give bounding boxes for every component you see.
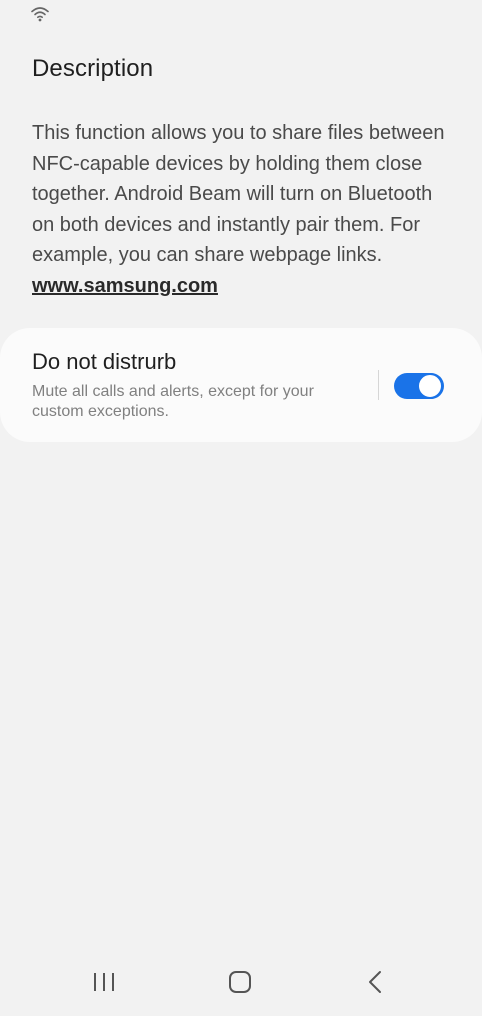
do-not-disturb-subtitle: Mute all calls and alerts, except for yo…: [32, 383, 314, 420]
description-text: This function allows you to share files …: [32, 122, 445, 267]
recent-apps-button[interactable]: [82, 962, 126, 1002]
description-title: Description: [32, 55, 154, 82]
do-not-disturb-toggle[interactable]: [394, 373, 444, 399]
home-icon: [229, 971, 251, 993]
toggle-knob: [417, 373, 443, 399]
samsung-link[interactable]: www.samsung.com: [32, 275, 218, 297]
do-not-disturb-card[interactable]: Do not distrurb Mute all calls and alert…: [0, 328, 482, 442]
recent-apps-icon: [94, 973, 114, 991]
divider: [378, 370, 379, 400]
wifi-icon: [31, 7, 49, 22]
navigation-bar: [0, 950, 482, 1016]
do-not-disturb-title: Do not distrurb: [32, 349, 177, 374]
home-button[interactable]: [218, 962, 262, 1002]
status-bar: [0, 0, 482, 30]
back-icon: [369, 971, 381, 993]
back-button[interactable]: [353, 962, 397, 1002]
description-body: This function allows you to share files …: [32, 118, 452, 302]
